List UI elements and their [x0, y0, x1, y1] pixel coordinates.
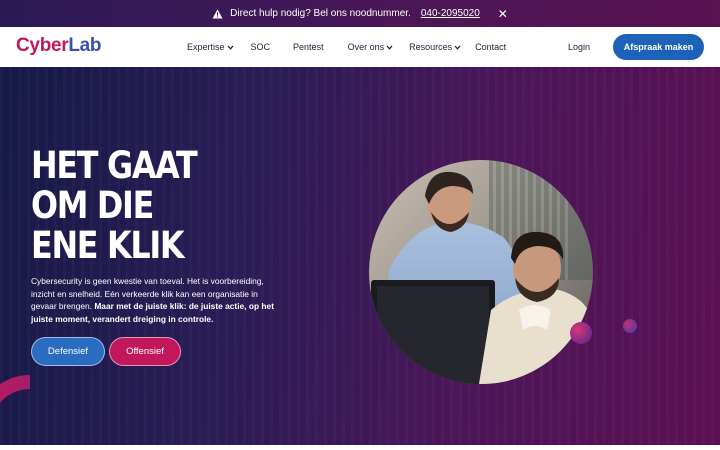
hero-title: HET GAAT OM DIE ENE KLIK [31, 146, 237, 266]
site-header: CyberLab Expertise SOC Pentest Over ons … [0, 27, 720, 67]
offensive-button[interactable]: Offensief [109, 337, 181, 366]
nav-item-expertise[interactable]: Expertise [187, 42, 234, 52]
nav-item-label: Contact [475, 42, 507, 52]
logo-part-lab: Lab [68, 35, 102, 56]
nav-item-over-ons[interactable]: Over ons [348, 42, 394, 52]
nav-item-label: SOC [250, 42, 271, 52]
nav-item-resources[interactable]: Resources [409, 42, 461, 52]
decorative-dot [623, 319, 637, 333]
team-photo [369, 160, 593, 384]
hero-section: HET GAAT OM DIE ENE KLIK Cybersecurity i… [0, 67, 720, 445]
hero-title-line: HET GAAT [31, 144, 198, 187]
page-bottom-edge [0, 445, 720, 450]
hero-title-line: OM DIE [31, 184, 154, 227]
nav-item-label: Pentest [293, 42, 324, 52]
nav-item-pentest[interactable]: Pentest [293, 42, 324, 52]
chevron-down-icon [227, 45, 234, 50]
close-icon[interactable]: ✕ [498, 8, 508, 20]
defensive-button[interactable]: Defensief [31, 337, 105, 366]
decorative-dot [570, 322, 592, 344]
hero-title-line: ENE KLIK [31, 224, 185, 267]
nav-item-contact[interactable]: Contact [475, 42, 506, 52]
alert-bar: Direct hulp nodig? Bel ons noodnummer. 0… [0, 0, 720, 27]
nav-item-soc[interactable]: SOC [251, 42, 271, 52]
chevron-down-icon [386, 45, 393, 50]
logo[interactable]: CyberLab [16, 35, 102, 57]
warning-icon [212, 8, 223, 19]
hero-description: Cybersecurity is geen kwestie van toeval… [31, 275, 283, 325]
logo-part-cyber: Cyber [16, 35, 69, 56]
nav-item-label: Expertise [187, 42, 225, 52]
login-link[interactable]: Login [568, 42, 590, 52]
make-appointment-button[interactable]: Afspraak maken [613, 34, 704, 60]
chevron-down-icon [454, 45, 461, 50]
nav-item-label: Over ons [347, 42, 385, 52]
decorative-arc [0, 375, 30, 403]
alert-message: Direct hulp nodig? Bel ons noodnummer. [230, 8, 411, 19]
emergency-phone-link[interactable]: 040-2095020 [421, 8, 480, 19]
nav-item-label: Resources [409, 42, 453, 52]
main-nav: Expertise SOC Pentest Over ons Resources… [187, 27, 506, 67]
